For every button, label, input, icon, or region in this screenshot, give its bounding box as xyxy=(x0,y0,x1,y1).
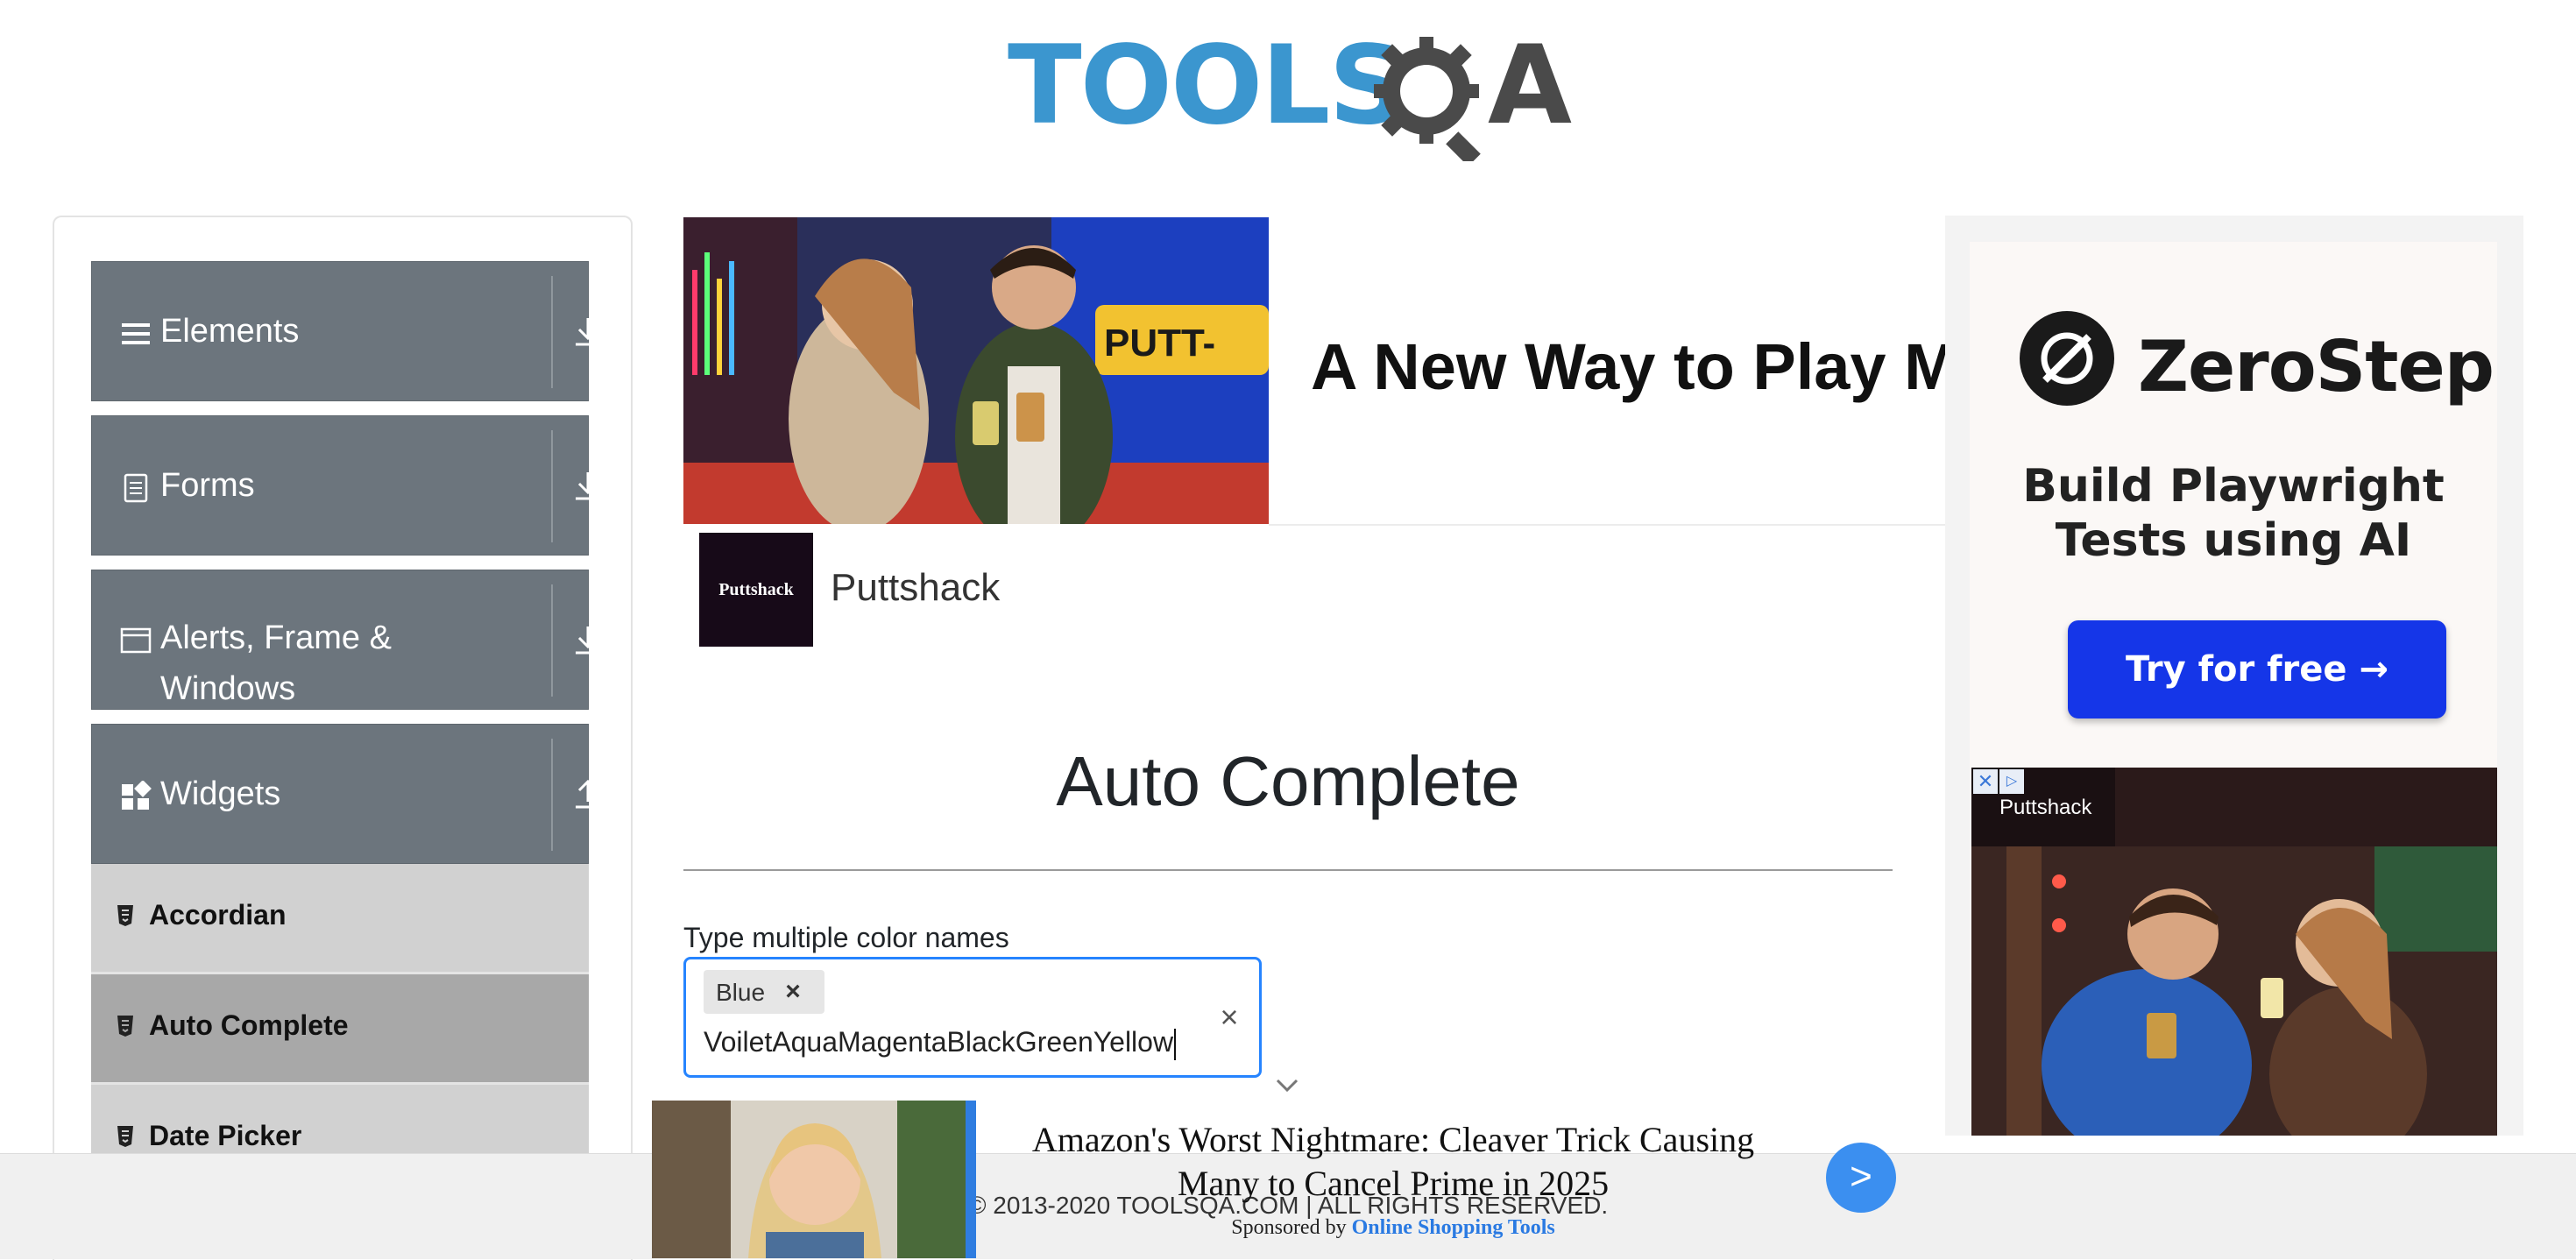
ad-brand-logo[interactable]: Puttshack xyxy=(699,533,813,647)
chip-remove-icon[interactable]: × xyxy=(775,975,810,1009)
ad-close-icon[interactable]: ✕ xyxy=(1973,769,1998,794)
tagline-line-1: Build Playwright xyxy=(2022,460,2445,513)
divider xyxy=(683,869,1893,871)
sidebar-group-forms[interactable]: Forms xyxy=(91,415,600,556)
sponsored-headline[interactable]: Amazon's Worst Nightmare: Cleaver Trick … xyxy=(1016,1118,1770,1206)
clear-all-icon[interactable]: × xyxy=(1212,1000,1247,1035)
hamburger-icon xyxy=(122,323,150,344)
sidebar-group-label: Alerts, Frame & xyxy=(160,619,392,656)
sponsored-by-label: Sponsored by xyxy=(1231,1216,1347,1239)
puttshack-side-ad[interactable]: ✕ ▷ Puttshack xyxy=(1971,768,2497,1136)
html5-icon xyxy=(117,905,133,926)
sidebar-group-label: Widgets xyxy=(160,775,281,812)
multi-color-autocomplete-input[interactable]: Blue × VoiletAquaMagentaBlackGreenYellow… xyxy=(683,957,1262,1078)
html5-icon xyxy=(117,1016,133,1037)
gear-magnifier-icon xyxy=(1374,37,1481,161)
divider xyxy=(551,584,553,697)
tagline-line-2: Tests using AI xyxy=(2055,514,2412,567)
multi-color-field-label: Type multiple color names xyxy=(683,922,1009,953)
ad-image-bar-couple xyxy=(1971,846,2497,1136)
download-icon[interactable] xyxy=(572,623,604,658)
sidebar-item-label: Auto Complete xyxy=(149,1009,349,1041)
divider xyxy=(551,276,553,388)
zerostep-tagline: Build Playwright Tests using AI xyxy=(1970,459,2497,568)
ad-headline[interactable]: A New Way to Play Mir xyxy=(1311,329,1945,404)
chevron-down-icon[interactable] xyxy=(1274,1076,1300,1095)
zerostep-brand: ZeroStep xyxy=(2138,326,2495,407)
html5-icon xyxy=(117,1126,133,1147)
sidebar-item-accordian[interactable]: Accordian xyxy=(91,864,589,974)
sidebar-group-alerts[interactable]: Alerts, Frame & Windows xyxy=(91,570,600,710)
logo-text: TOOLS xyxy=(1008,23,1407,149)
upload-icon[interactable] xyxy=(572,775,604,811)
page-title: Auto Complete xyxy=(1056,742,1520,820)
sponsored-by-line: Sponsored by Online Shopping Tools xyxy=(1016,1216,1770,1240)
left-sidebar: Elements Forms Alerts, Frame & Windows W… xyxy=(53,216,633,1260)
ad-image-couple[interactable]: PUTT- xyxy=(683,217,1269,524)
window-icon xyxy=(120,627,152,654)
sidebar-item-label: Date Picker xyxy=(149,1120,302,1151)
sidebar-group-label: Elements xyxy=(160,313,300,350)
typed-value: VoiletAquaMagentaBlackGreenYellow xyxy=(704,1026,1174,1058)
sidebar-item-auto-complete[interactable]: Auto Complete xyxy=(91,974,589,1085)
sponsored-next-button[interactable]: > xyxy=(1826,1143,1896,1213)
widgets-icon xyxy=(122,781,152,810)
zerostep-logo-icon xyxy=(2020,311,2114,406)
sidebar-group-elements[interactable]: Elements xyxy=(91,261,600,401)
autocomplete-typed-text[interactable]: VoiletAquaMagentaBlackGreenYellow xyxy=(704,1026,1177,1060)
sponsor-link[interactable]: Online Shopping Tools xyxy=(1352,1216,1555,1239)
ad2-brand: Puttshack xyxy=(1999,796,2092,819)
logo-text-end: A xyxy=(1488,23,1572,149)
text-cursor xyxy=(1174,1028,1177,1060)
ad-label-tab: ✕ ▷ Puttshack xyxy=(1971,768,2115,846)
sidebar-group-label-line2: Windows xyxy=(160,670,296,707)
divider xyxy=(1269,524,1945,526)
ad-choices-icon[interactable]: ▷ xyxy=(1999,769,2024,794)
toolsqa-logo[interactable]: TOOLS A xyxy=(1008,25,1577,165)
document-icon xyxy=(124,473,148,503)
chip-label: Blue xyxy=(716,979,766,1006)
divider xyxy=(551,739,553,851)
ad-brand-name[interactable]: Puttshack xyxy=(831,566,1000,610)
sidebar-group-widgets[interactable]: Widgets xyxy=(91,724,600,864)
download-icon[interactable] xyxy=(572,469,604,504)
try-for-free-button[interactable]: Try for free → xyxy=(2068,620,2446,718)
sponsored-ad-image[interactable] xyxy=(652,1101,976,1258)
sidebar-group-label: Forms xyxy=(160,467,255,504)
right-ad-panel: ZeroStep Build Playwright Tests using AI… xyxy=(1945,216,2523,1136)
divider xyxy=(551,430,553,542)
ad-sign-text: PUTT- xyxy=(1104,322,1215,365)
sidebar-item-label: Accordian xyxy=(149,899,287,931)
download-icon[interactable] xyxy=(572,315,604,350)
selected-chip-blue: Blue × xyxy=(704,970,824,1014)
